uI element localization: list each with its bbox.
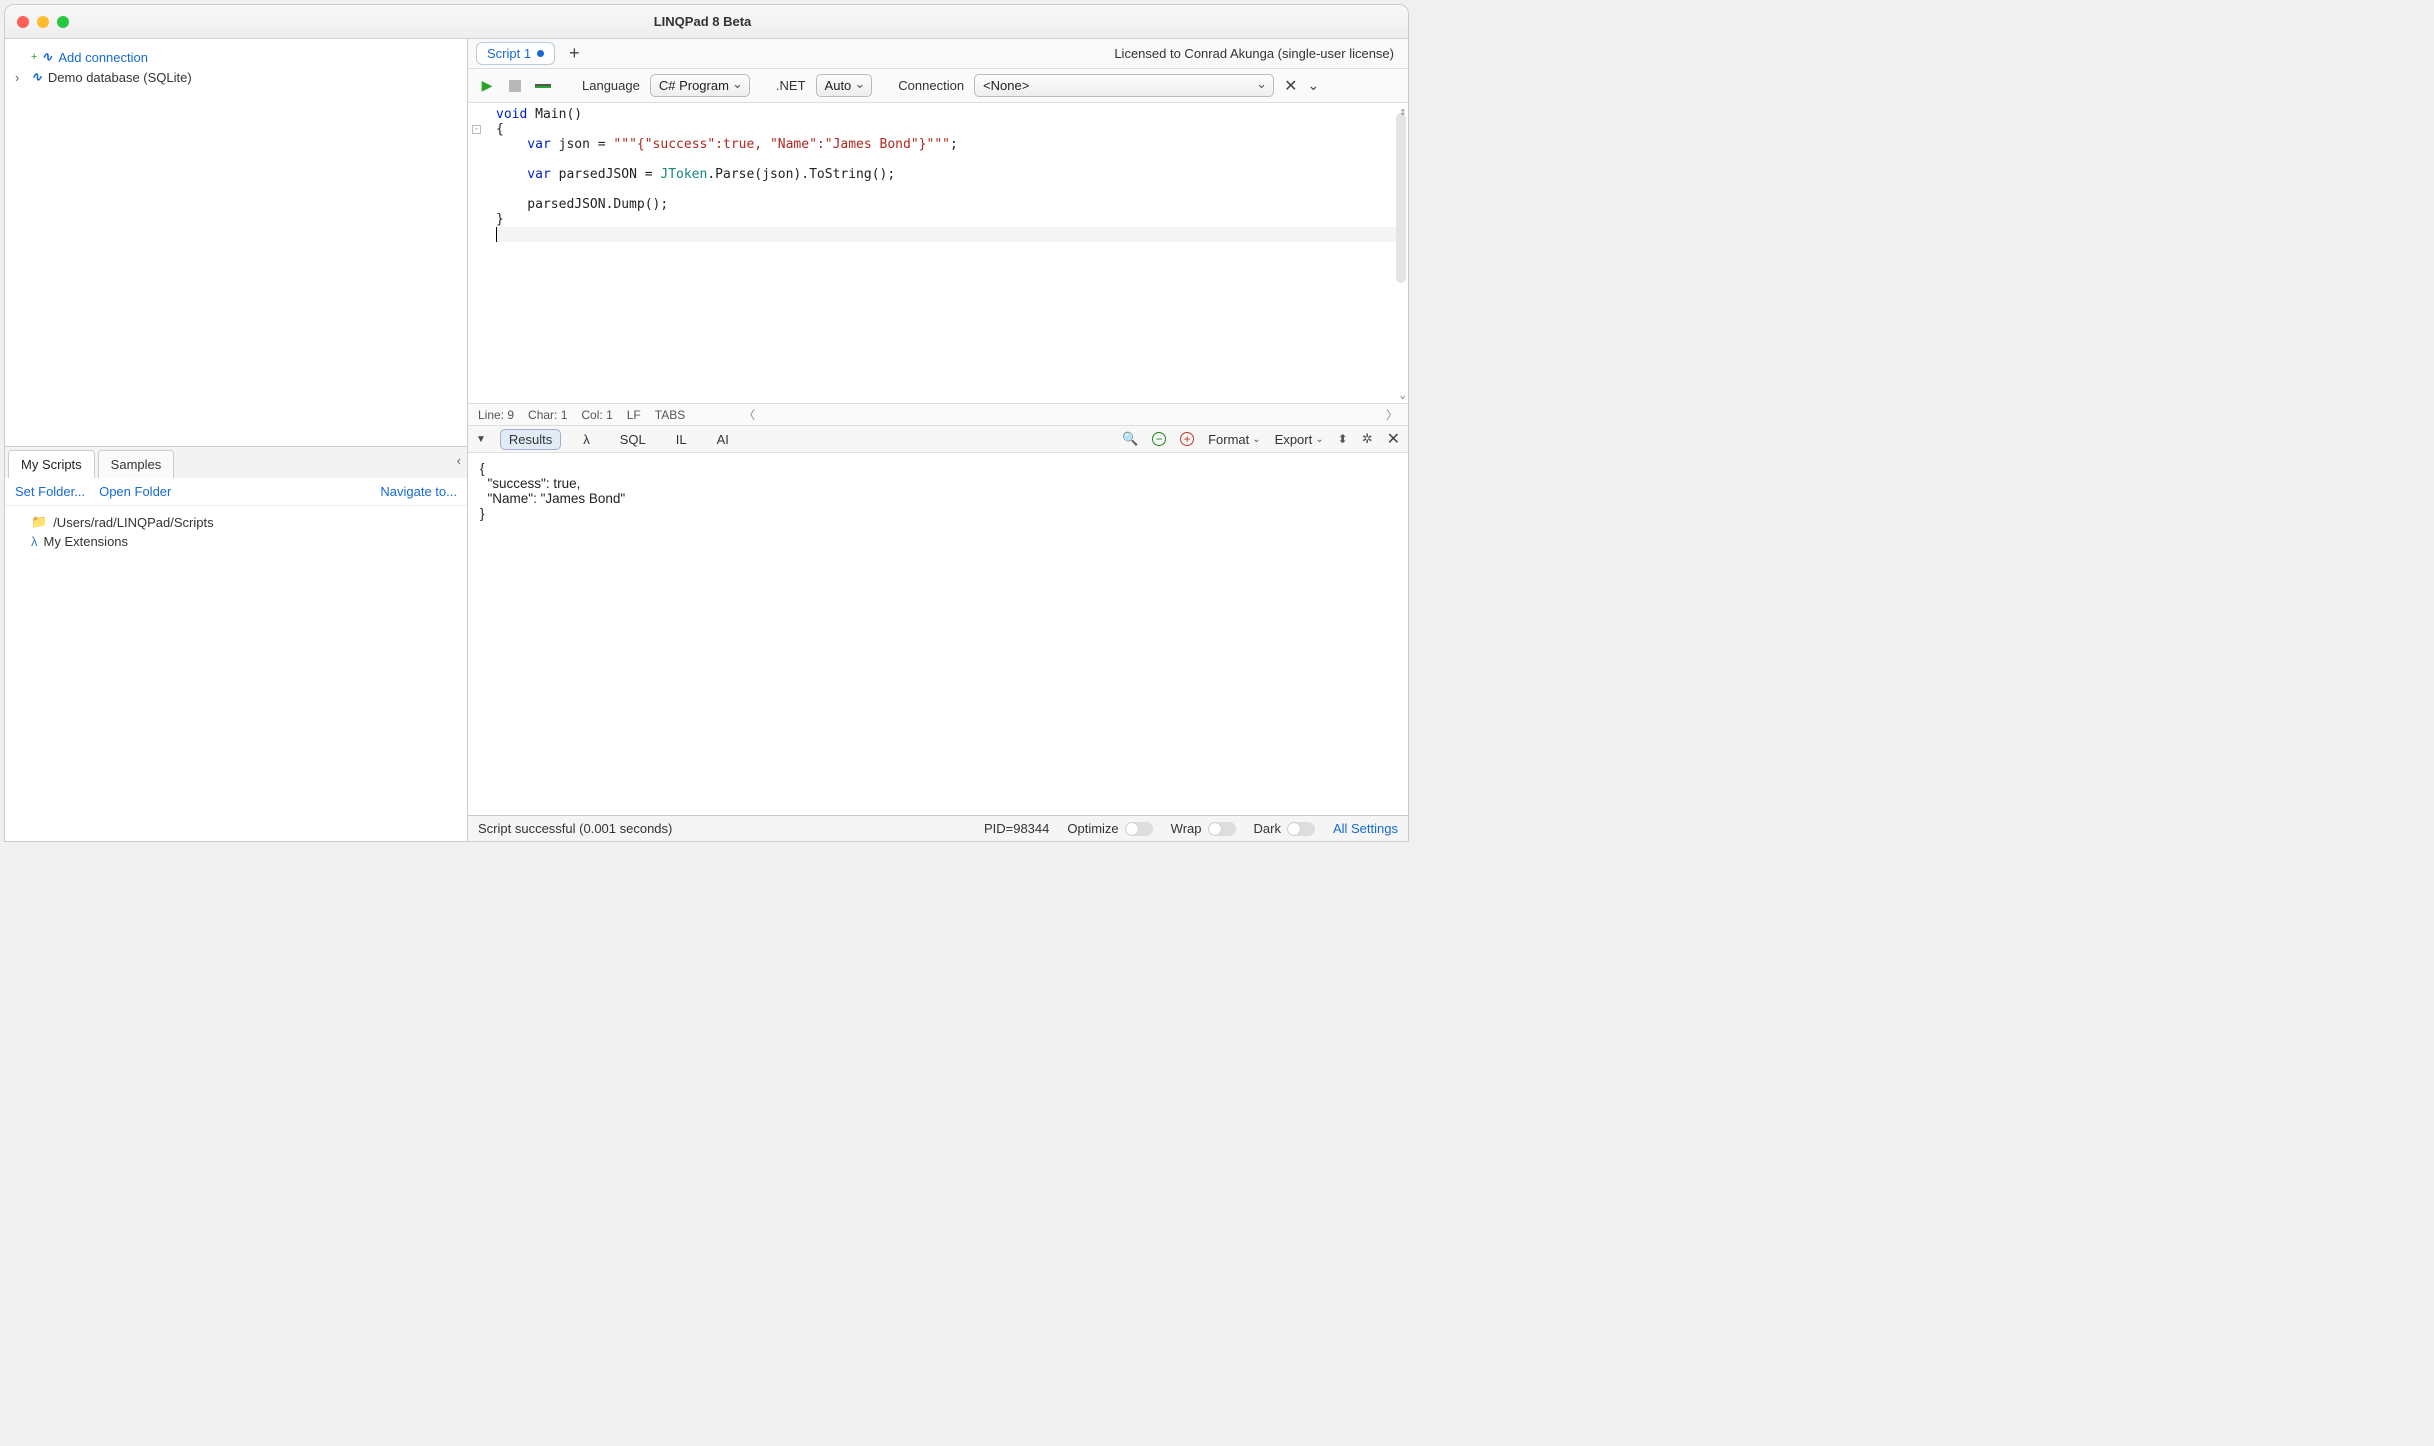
cursor-char-text: Char: 1 [528,408,567,422]
dotnet-label: .NET [776,78,806,93]
code-area[interactable]: void Main() { var json = """{"success":t… [486,103,1408,403]
collapse-all-icon[interactable]: − [1152,432,1166,446]
titlebar: LINQPad 8 Beta [5,5,1408,39]
toolbar-more-icon[interactable]: ⌄ [1307,77,1319,94]
language-select[interactable]: C# Program [650,74,750,97]
results-refresh-icon[interactable]: ✲ [1362,431,1373,447]
scripts-tree: 📁 /Users/rad/LINQPad/Scripts λ My Extens… [5,506,467,841]
zoom-window-button[interactable] [57,16,69,28]
database-icon: ∿ [31,69,42,85]
editor-gutter: - [468,103,486,403]
editor-split-icon[interactable]: ⇕ [1399,105,1406,118]
results-tab-il[interactable]: IL [668,430,695,449]
dirty-indicator-icon [537,50,544,57]
sidebar: + ∿ Add connection › ∿ Demo database (SQ… [5,39,468,841]
results-close-icon[interactable]: ✕ [1387,429,1400,449]
dark-toggle[interactable]: Dark [1254,821,1315,836]
progress-marker-icon[interactable] [534,77,552,95]
statusbar: Script successful (0.001 seconds) PID=98… [468,815,1408,841]
close-window-button[interactable] [17,16,29,28]
tab-samples[interactable]: Samples [98,450,175,478]
results-toolbar: ▼ Results λ SQL IL AI 🔍 − + Format⌄ Expo… [468,425,1408,453]
sidebar-links: Set Folder... Open Folder Navigate to... [5,478,467,506]
connections-panel: + ∿ Add connection › ∿ Demo database (SQ… [5,39,467,446]
traffic-lights [17,16,69,28]
script-tabbar: Script 1 + Licensed to Conrad Akunga (si… [468,39,1408,69]
navigate-to-link[interactable]: Navigate to... [380,484,457,499]
clear-connection-button[interactable]: ✕ [1284,76,1297,96]
open-folder-link[interactable]: Open Folder [99,484,171,499]
nav-back-icon[interactable]: 〈 [743,406,755,423]
nav-forward-icon[interactable]: 〉 [1386,406,1398,423]
run-button[interactable]: ▶ [478,77,496,95]
wrap-toggle[interactable]: Wrap [1171,821,1236,836]
my-extensions-row[interactable]: λ My Extensions [15,532,457,551]
set-folder-link[interactable]: Set Folder... [15,484,85,499]
scripts-folder-row[interactable]: 📁 /Users/rad/LINQPad/Scripts [15,512,457,532]
search-icon[interactable]: 🔍 [1122,431,1138,447]
demo-database-item[interactable]: › ∿ Demo database (SQLite) [15,67,457,87]
results-tab-sql[interactable]: SQL [612,430,654,449]
results-tab-ai[interactable]: AI [709,430,737,449]
all-settings-link[interactable]: All Settings [1333,821,1398,836]
add-connection-link[interactable]: + ∿ Add connection [15,47,457,67]
eol-text: LF [627,408,641,422]
text-cursor [496,227,497,242]
chevron-right-icon[interactable]: › [15,70,25,85]
connection-select[interactable]: <None> [974,74,1274,97]
export-dropdown[interactable]: Export⌄ [1275,432,1324,447]
format-dropdown[interactable]: Format⌄ [1208,432,1261,447]
code-editor[interactable]: - void Main() { var json = """{"success"… [468,103,1408,403]
minimize-window-button[interactable] [37,16,49,28]
status-message: Script successful (0.001 seconds) [478,821,672,836]
add-tab-button[interactable]: + [563,43,586,64]
script-tab-1[interactable]: Script 1 [476,42,555,65]
editor-statusbar: Line: 9 Char: 1 Col: 1 LF TABS 〈 〉 [468,403,1408,425]
database-icon: ∿ [41,49,52,65]
fold-toggle-icon[interactable]: - [472,125,481,134]
stop-button[interactable] [506,77,524,95]
query-toolbar: ▶ Language C# Program .NET Auto Connecti… [468,69,1408,103]
cursor-col-text: Col: 1 [581,408,612,422]
main-panel: Script 1 + Licensed to Conrad Akunga (si… [468,39,1408,841]
tab-my-scripts[interactable]: My Scripts [8,450,95,478]
results-tab-results[interactable]: Results [500,429,561,450]
tabs-text: TABS [655,408,685,422]
editor-scrollbar[interactable] [1396,113,1406,283]
connection-label: Connection [898,78,964,93]
results-output[interactable]: { "success": true, "Name": "James Bond" … [468,453,1408,815]
language-label: Language [582,78,640,93]
window-title: LINQPad 8 Beta [69,14,1336,29]
sidebar-bottom-tabs: My Scripts Samples ‹ [5,447,467,478]
results-updown-icon[interactable]: ⬍ [1338,432,1348,446]
cursor-line-text: Line: 9 [478,408,514,422]
expand-all-icon[interactable]: + [1180,432,1194,446]
license-text: Licensed to Conrad Akunga (single-user l… [1114,46,1400,61]
app-window: LINQPad 8 Beta + ∿ Add connection › ∿ De… [4,4,1409,842]
plus-icon: + [31,51,37,63]
lambda-icon: λ [31,534,38,549]
editor-expand-icon[interactable]: ⌄ [1399,388,1406,401]
optimize-toggle[interactable]: Optimize [1067,821,1152,836]
pid-text: PID=98344 [984,821,1049,836]
collapse-sidebar-icon[interactable]: ‹ [457,453,461,468]
dotnet-select[interactable]: Auto [816,74,873,97]
results-tab-lambda[interactable]: λ [575,430,598,449]
results-collapse-icon[interactable]: ▼ [476,434,486,445]
folder-icon: 📁 [31,514,47,530]
